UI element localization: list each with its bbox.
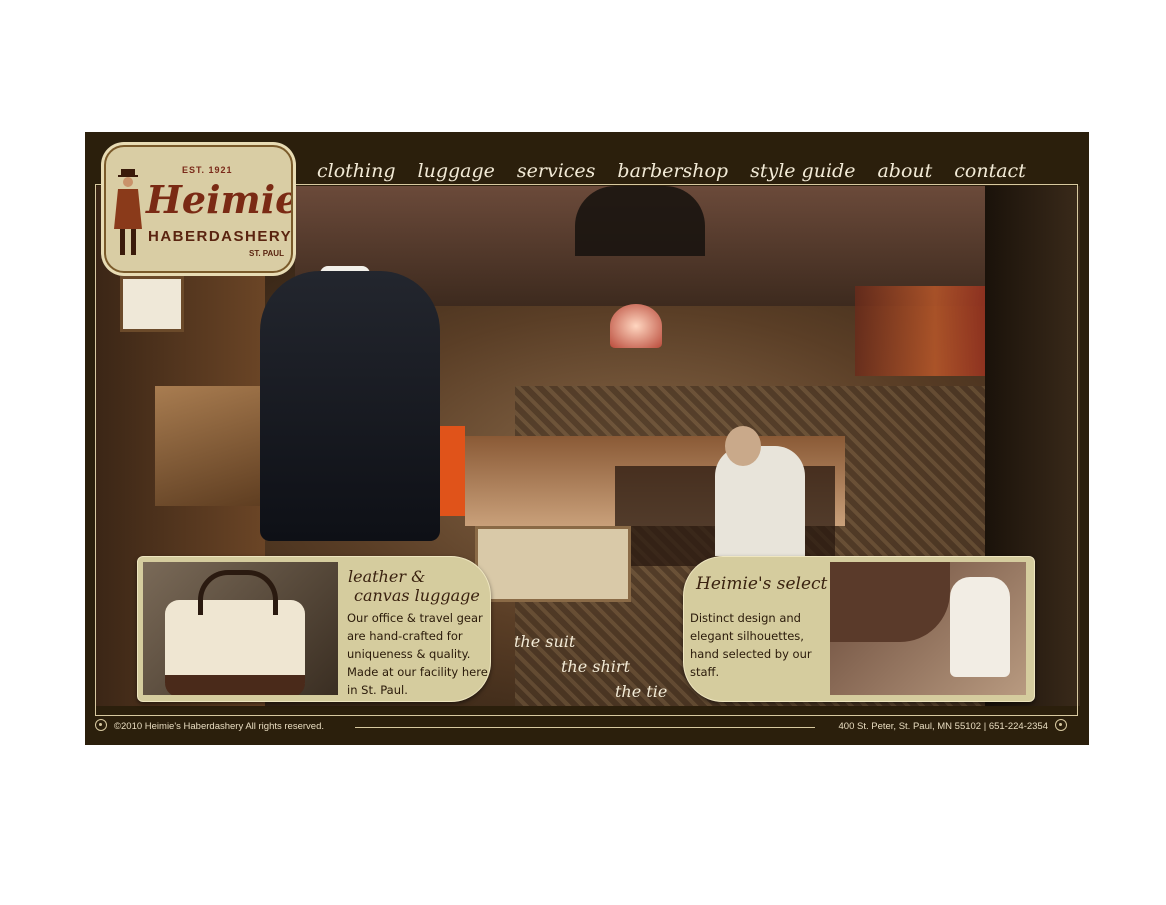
nav-contact[interactable]: contact [943, 160, 1037, 182]
logo-name: Heimie's [146, 177, 291, 222]
nav-about[interactable]: about [866, 160, 943, 182]
tailoring-photo [830, 562, 1026, 695]
luggage-description: Our office & travel gear are hand-crafte… [347, 611, 488, 697]
hat-display [575, 186, 705, 256]
luggage-photo [143, 562, 338, 695]
nav-services[interactable]: services [506, 160, 607, 182]
mannequin-jacket [260, 271, 440, 541]
site-frame: EST. 1921 Heimie's HABERDASHERY ST. PAUL… [85, 132, 1089, 745]
nav-luggage[interactable]: luggage [407, 160, 506, 182]
footer-copyright: ©2010 Heimie's Haberdashery All rights r… [114, 721, 324, 732]
logo-est: EST. 1921 [182, 165, 233, 175]
gentleman-icon [114, 169, 142, 255]
footer: ©2010 Heimie's Haberdashery All rights r… [93, 719, 1081, 735]
tagline-suit[interactable]: the suit [514, 632, 575, 651]
tagline-shirt[interactable]: the shirt [561, 657, 630, 676]
framed-picture [120, 276, 184, 332]
luggage-title-line2: canvas luggage [354, 586, 480, 605]
logo-city: ST. PAUL [249, 249, 284, 258]
swirl-ornament-icon [1055, 719, 1067, 731]
customer-figure [715, 446, 805, 556]
luggage-title: leather & canvas luggage [348, 567, 488, 605]
footer-divider [355, 727, 815, 728]
select-description: Distinct design and elegant silhouettes,… [690, 611, 812, 679]
nav-style-guide[interactable]: style guide [739, 160, 866, 182]
sewing-machine [950, 577, 1010, 677]
footer-address: 400 St. Peter, St. Paul, MN 55102 | 651-… [838, 721, 1049, 732]
select-title: Heimie's select [696, 574, 828, 594]
tagline-tie[interactable]: the tie [615, 682, 667, 701]
counter-base [475, 526, 631, 602]
hanger-rack [155, 386, 275, 506]
brand-logo[interactable]: EST. 1921 Heimie's HABERDASHERY ST. PAUL [104, 145, 293, 273]
bag-handle [198, 570, 278, 615]
logo-subtitle: HABERDASHERY [148, 228, 293, 245]
main-nav: clothing luggage services barbershop sty… [317, 160, 1037, 182]
customer-head [725, 426, 761, 466]
luggage-title-line1: leather & [348, 567, 426, 586]
tiffany-lamp [610, 304, 662, 348]
luggage-panel[interactable]: leather & canvas luggage Our office & tr… [137, 556, 491, 702]
fabric [830, 562, 950, 642]
nav-barbershop[interactable]: barbershop [606, 160, 739, 182]
select-panel[interactable]: Heimie's select Distinct design and eleg… [683, 556, 1035, 702]
nav-clothing[interactable]: clothing [317, 160, 407, 182]
swirl-ornament-icon [95, 719, 107, 731]
